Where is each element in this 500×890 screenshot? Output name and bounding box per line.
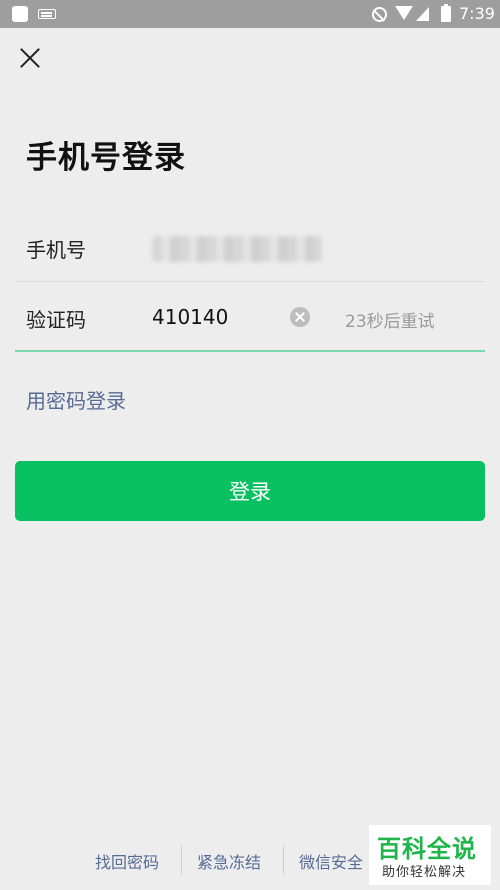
- code-field-underline: [15, 350, 485, 352]
- emergency-freeze-link[interactable]: 紧急冻结: [197, 849, 261, 873]
- login-button[interactable]: 登录: [15, 461, 485, 521]
- battery-icon: [441, 4, 451, 22]
- phone-label: 手机号: [26, 238, 86, 262]
- code-label: 验证码: [26, 308, 86, 332]
- resend-countdown: 23秒后重试: [345, 312, 435, 332]
- page-title: 手机号登录: [26, 140, 186, 176]
- watermark-logo: 百科全说 助你轻松解决: [369, 825, 491, 885]
- footer-separator: [181, 845, 182, 875]
- clear-circle-icon[interactable]: [290, 307, 310, 327]
- keyboard-icon: [38, 9, 56, 19]
- app-icon: [12, 6, 28, 22]
- wifi-icon: [395, 6, 413, 20]
- do-not-disturb-icon: [372, 7, 387, 22]
- footer-separator: [283, 845, 284, 875]
- close-icon[interactable]: [16, 44, 44, 72]
- password-login-link[interactable]: 用密码登录: [26, 385, 126, 414]
- field-divider: [15, 281, 485, 282]
- watermark-title: 百科全说: [377, 835, 477, 863]
- signal-icon: [416, 7, 429, 21]
- wechat-security-link[interactable]: 微信安全: [299, 849, 363, 873]
- find-password-link[interactable]: 找回密码: [95, 849, 159, 873]
- status-bar: 7:39: [0, 0, 500, 28]
- verification-code-input[interactable]: [152, 302, 282, 332]
- phone-number-field[interactable]: [152, 236, 322, 262]
- status-time: 7:39: [459, 4, 495, 23]
- watermark-subtitle: 助你轻松解决: [382, 865, 467, 880]
